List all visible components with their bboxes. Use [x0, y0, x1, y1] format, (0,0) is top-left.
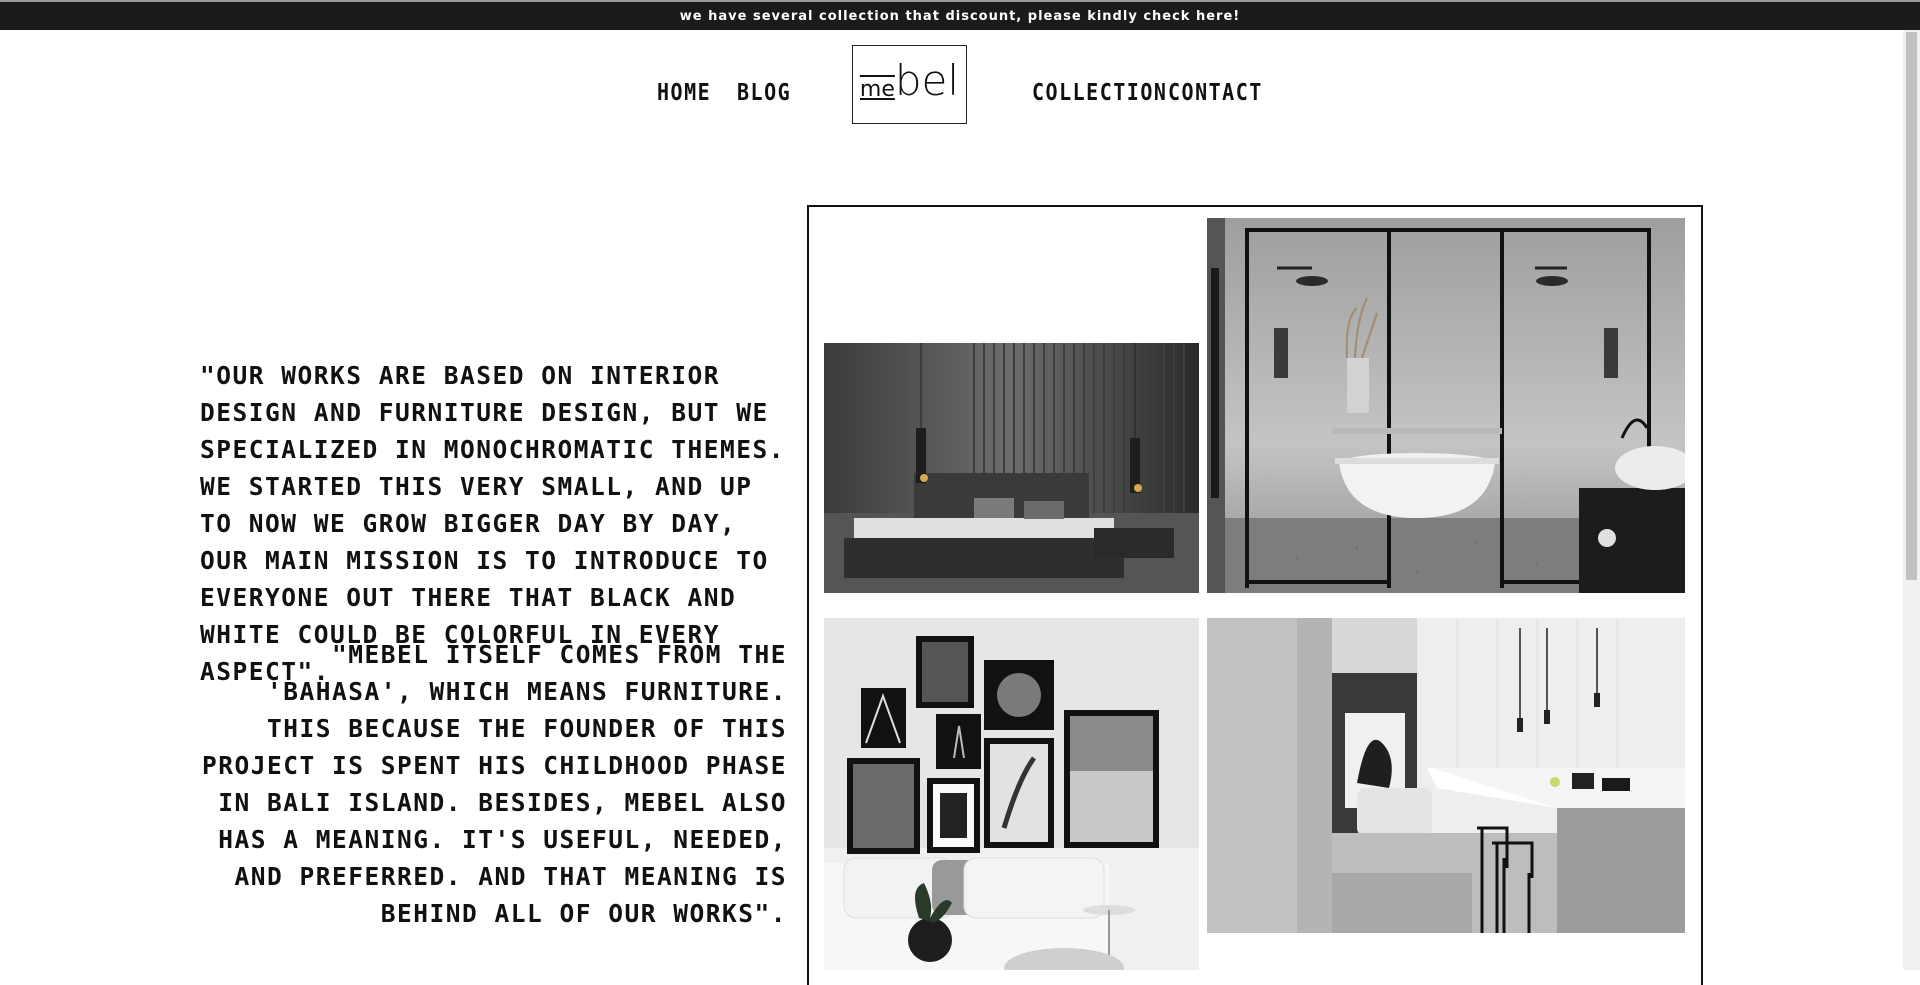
- nav-contact-link[interactable]: CONTACT: [1168, 78, 1263, 106]
- bedroom-photo: [824, 343, 1199, 593]
- gallery-wall-photo: [824, 618, 1199, 970]
- about-quote-2: "MEBEL ITSELF COMES FROM THE 'BAHASA', W…: [201, 640, 787, 928]
- kitchen-photo: [1207, 618, 1685, 933]
- brand-logo[interactable]: me bel: [852, 45, 967, 124]
- nav-home-link[interactable]: HOME: [657, 78, 711, 106]
- nav-collection-link[interactable]: COLLECTION: [1032, 78, 1167, 106]
- announcement-bar[interactable]: we have several collection that discount…: [0, 0, 1920, 30]
- scrollbar-thumb[interactable]: [1906, 32, 1917, 580]
- nav-blog-link[interactable]: BLOG: [737, 78, 791, 106]
- bathroom-photo: [1207, 218, 1685, 593]
- announcement-text[interactable]: we have several collection that discount…: [680, 9, 1240, 24]
- logo-me-text: me: [859, 77, 895, 102]
- logo-bel-text: bel: [894, 55, 960, 105]
